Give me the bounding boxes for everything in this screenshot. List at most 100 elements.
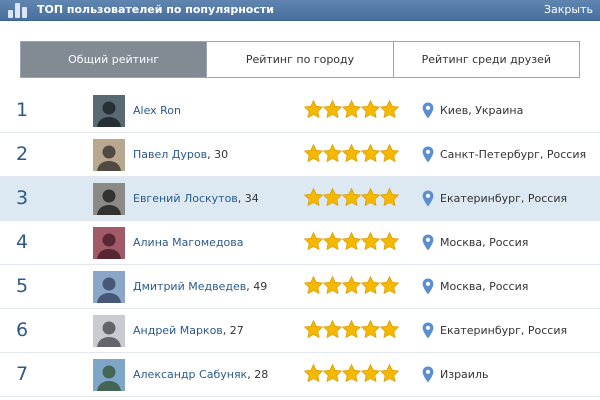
user-row[interactable]: 1 Alex Ron Киев, Украина <box>0 89 600 133</box>
user-name[interactable]: Андрей Марков <box>133 324 223 337</box>
user-row[interactable]: 2 Павел Дуров, 30 Санкт-Петербург, Россия <box>0 133 600 177</box>
user-avatar[interactable] <box>93 95 125 127</box>
user-avatar[interactable] <box>93 227 125 259</box>
user-name-link[interactable]: Alex Ron <box>133 104 181 117</box>
user-location: Екатеринбург, Россия <box>422 190 567 207</box>
location-pin-icon <box>422 278 434 295</box>
star-icon <box>341 231 362 252</box>
top-users-list: 1 Alex Ron Киев, Украина 2 Павел Дуров, 30 Са… <box>0 89 600 397</box>
star-icon <box>341 363 362 384</box>
star-icon <box>379 99 400 120</box>
user-location: Киев, Украина <box>422 102 523 119</box>
star-icon <box>341 187 362 208</box>
star-icon <box>379 363 400 384</box>
close-button[interactable]: Закрыть <box>544 3 593 16</box>
user-name[interactable]: Дмитрий Медведев <box>133 280 246 293</box>
location-pin-icon <box>422 146 434 163</box>
location-pin-icon <box>422 102 434 119</box>
user-age: , 27 <box>222 324 244 337</box>
location-pin-icon <box>422 322 434 339</box>
star-icon <box>360 275 381 296</box>
star-rating <box>303 99 400 120</box>
star-icon <box>379 231 400 252</box>
tab-city-rating[interactable]: Рейтинг по городу <box>206 42 393 77</box>
user-age: , 34 <box>237 192 259 205</box>
star-icon <box>322 363 343 384</box>
location-pin-icon <box>422 190 434 207</box>
star-icon <box>322 187 343 208</box>
rating-tabs: Общий рейтинг Рейтинг по городу Рейтинг ср… <box>20 41 580 78</box>
user-avatar[interactable] <box>93 359 125 391</box>
tab-friends-rating[interactable]: Рейтинг среди друзей <box>392 42 579 77</box>
user-name[interactable]: Алина Магомедова <box>133 236 244 249</box>
user-row[interactable]: 4 Алина Магомедова Москва, Россия <box>0 221 600 265</box>
star-icon <box>341 99 362 120</box>
user-avatar[interactable] <box>93 315 125 347</box>
star-icon <box>322 99 343 120</box>
user-name-link[interactable]: Дмитрий Медведев, 49 <box>133 280 267 293</box>
rank-number: 5 <box>16 275 29 297</box>
user-age: , 28 <box>247 368 269 381</box>
rank-number: 4 <box>16 231 29 253</box>
star-icon <box>341 319 362 340</box>
star-icon <box>303 319 324 340</box>
star-icon <box>360 143 381 164</box>
user-name[interactable]: Павел Дуров <box>133 148 207 161</box>
user-name-link[interactable]: Алина Магомедова <box>133 236 244 249</box>
star-icon <box>322 231 343 252</box>
window-header: ТОП пользователей по популярности Закрыт… <box>0 0 600 21</box>
user-location: Москва, Россия <box>422 278 528 295</box>
user-location: Израиль <box>422 366 488 383</box>
star-icon <box>360 187 381 208</box>
star-icon <box>303 187 324 208</box>
user-age: , 30 <box>207 148 229 161</box>
user-row[interactable]: 3 Евгений Лоскутов, 34 Екатеринбург, Росси… <box>0 177 600 221</box>
user-name-link[interactable]: Евгений Лоскутов, 34 <box>133 192 259 205</box>
star-icon <box>341 143 362 164</box>
user-row[interactable]: 7 Александр Сабуняк, 28 Израиль <box>0 353 600 397</box>
user-avatar[interactable] <box>93 183 125 215</box>
location-text: Израиль <box>440 368 489 381</box>
user-avatar[interactable] <box>93 139 125 171</box>
star-icon <box>379 143 400 164</box>
user-age: , 49 <box>246 280 268 293</box>
star-rating <box>303 363 400 384</box>
star-icon <box>303 99 324 120</box>
star-icon <box>303 231 324 252</box>
star-icon <box>379 275 400 296</box>
location-text: Санкт-Петербург, Россия <box>440 148 587 161</box>
user-name-link[interactable]: Александр Сабуняк, 28 <box>133 368 268 381</box>
window-title: ТОП пользователей по популярности <box>37 3 274 16</box>
star-icon <box>322 143 343 164</box>
tab-overall-rating[interactable]: Общий рейтинг <box>21 42 207 77</box>
star-rating <box>303 275 400 296</box>
rank-number: 3 <box>16 187 29 209</box>
rank-number: 1 <box>16 99 29 121</box>
user-name-link[interactable]: Павел Дуров, 30 <box>133 148 228 161</box>
star-icon <box>360 319 381 340</box>
user-name[interactable]: Александр Сабуняк <box>133 368 247 381</box>
user-row[interactable]: 5 Дмитрий Медведев, 49 Москва, Россия <box>0 265 600 309</box>
location-text: Екатеринбург, Россия <box>440 192 568 205</box>
user-name[interactable]: Alex Ron <box>133 104 181 117</box>
star-icon <box>379 187 400 208</box>
user-name-link[interactable]: Андрей Марков, 27 <box>133 324 244 337</box>
star-icon <box>360 363 381 384</box>
user-location: Москва, Россия <box>422 234 528 251</box>
star-icon <box>303 363 324 384</box>
star-icon <box>322 319 343 340</box>
star-icon <box>360 231 381 252</box>
star-icon <box>360 99 381 120</box>
user-location: Екатеринбург, Россия <box>422 322 567 339</box>
user-avatar[interactable] <box>93 271 125 303</box>
user-row[interactable]: 6 Андрей Марков, 27 Екатеринбург, Россия <box>0 309 600 353</box>
star-icon <box>322 275 343 296</box>
user-name[interactable]: Евгений Лоскутов <box>133 192 238 205</box>
location-text: Москва, Россия <box>440 280 529 293</box>
star-rating <box>303 187 400 208</box>
rank-number: 7 <box>16 363 29 385</box>
rank-number: 6 <box>16 319 29 341</box>
star-icon <box>303 275 324 296</box>
star-rating <box>303 231 400 252</box>
location-text: Москва, Россия <box>440 236 529 249</box>
